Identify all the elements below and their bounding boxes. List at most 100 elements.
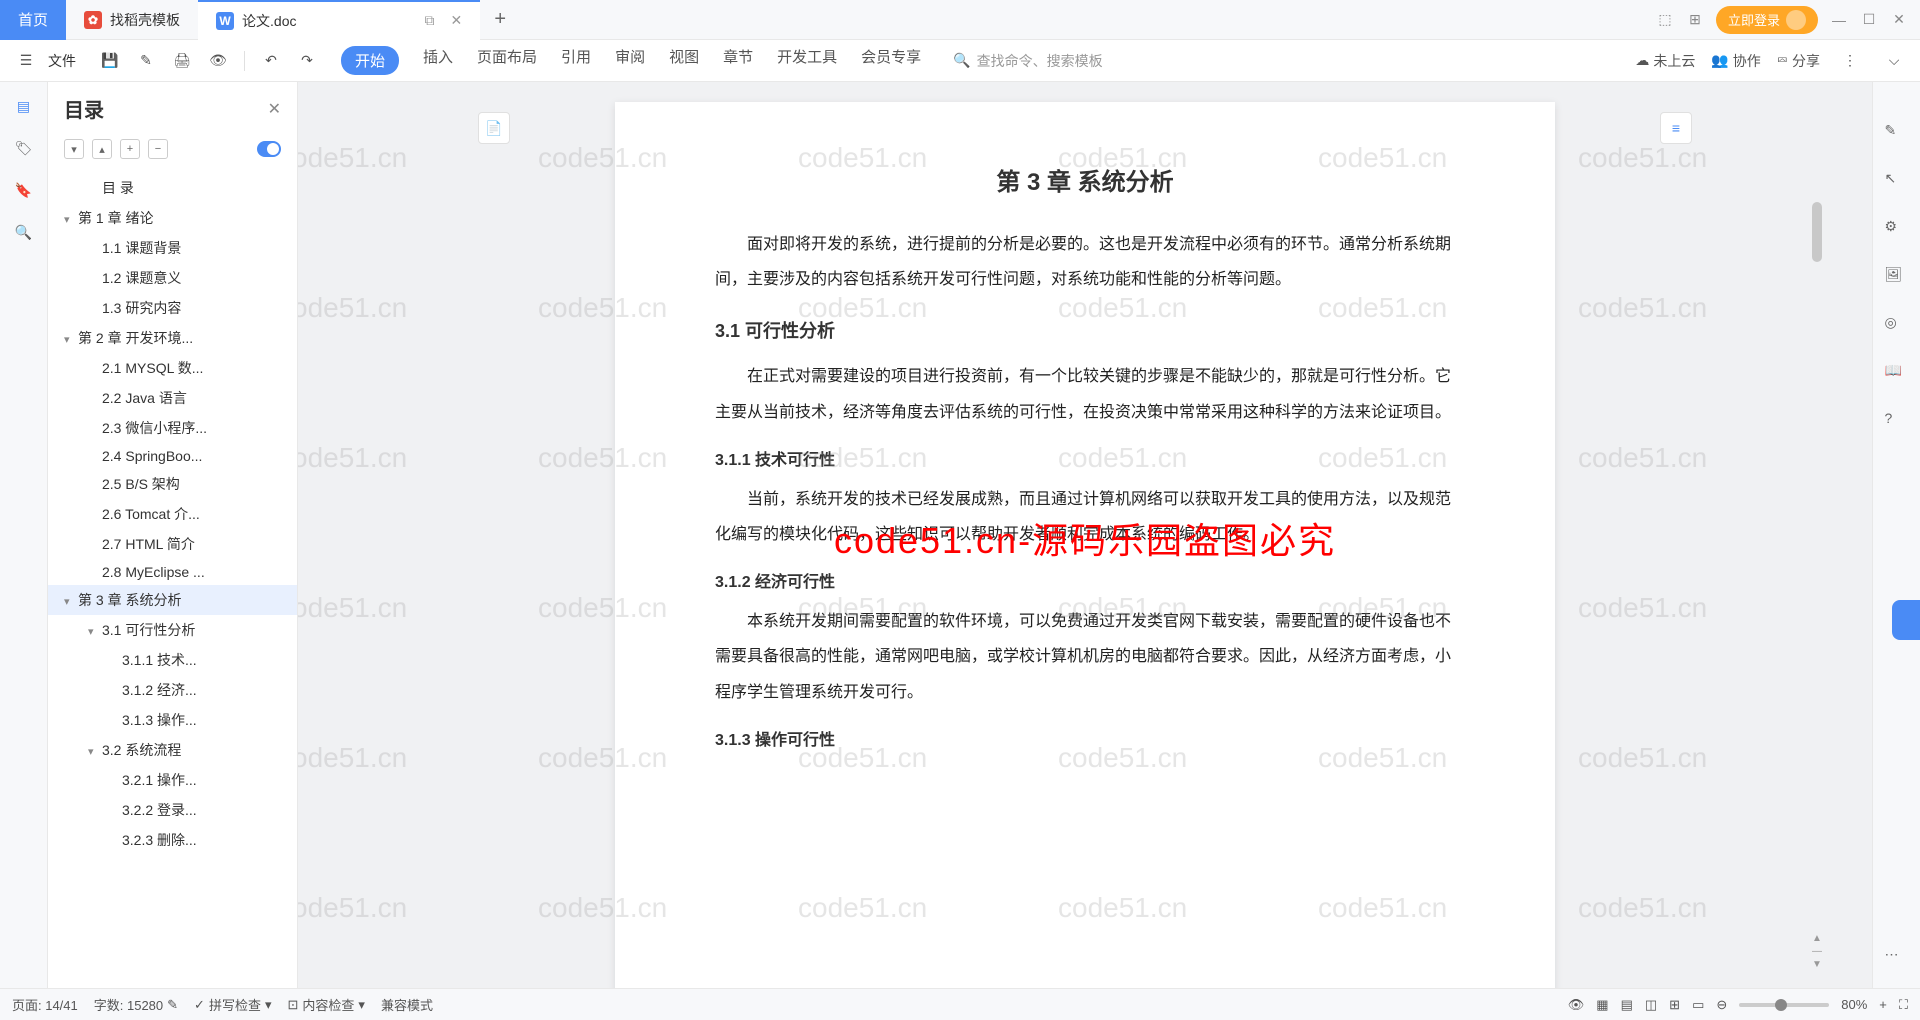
outline-item[interactable]: 3.1.1 技术... [48, 645, 297, 675]
more-icon[interactable]: ⋮ [1836, 47, 1864, 75]
format-tool-icon[interactable]: ≡ [1660, 112, 1692, 144]
image-icon[interactable]: 🖼 [1885, 266, 1909, 290]
tab-add[interactable]: + [480, 8, 520, 31]
tag-icon[interactable]: 🏷 [12, 136, 36, 160]
save-icon[interactable]: 💾 [96, 47, 124, 75]
collapse-all-icon[interactable]: ▾ [64, 139, 84, 159]
page-indicator[interactable]: 页面: 14/41 [12, 995, 78, 1014]
layout-icon[interactable]: ⬚ [1656, 11, 1674, 29]
collab-button[interactable]: 👥协作 [1711, 51, 1760, 71]
menu-review[interactable]: 审阅 [615, 46, 645, 75]
view-mode-3-icon[interactable]: ◫ [1645, 997, 1657, 1013]
content-check[interactable]: ⊡内容检查 ▾ [288, 995, 365, 1014]
outline-item[interactable]: 2.5 B/S 架构 [48, 469, 297, 499]
read-icon[interactable]: 📖 [1885, 362, 1909, 386]
cloud-status[interactable]: ☁未上云 [1635, 51, 1695, 71]
expand-all-icon[interactable]: ▴ [92, 139, 112, 159]
menu-vip[interactable]: 会员专享 [861, 46, 921, 75]
maximize-icon[interactable]: ☐ [1860, 11, 1878, 29]
menu-insert[interactable]: 插入 [423, 46, 453, 75]
zoom-out-icon[interactable]: ⊖ [1716, 997, 1727, 1013]
settings-icon[interactable]: ⚙ [1885, 218, 1909, 242]
pen-icon[interactable]: ✎ [1885, 122, 1909, 146]
find-icon[interactable]: 🔍 [12, 220, 36, 244]
side-panel-tab[interactable] [1892, 600, 1920, 640]
bookmark-icon[interactable]: 🔖 [12, 178, 36, 202]
collapse-icon[interactable]: ⌵ [1880, 47, 1908, 75]
share-button[interactable]: ⮹分享 [1777, 51, 1820, 71]
tab-restore-icon[interactable]: ⧉ [424, 12, 434, 29]
page-tool-icon[interactable]: 📄 [478, 112, 510, 144]
outline-item[interactable]: 2.1 MYSQL 数... [48, 353, 297, 383]
zoom-level[interactable]: 80% [1841, 997, 1867, 1012]
document-area[interactable]: code51.cncode51.cncode51.cncode51.cncode… [298, 82, 1872, 1020]
add-heading-icon[interactable]: + [120, 139, 140, 159]
menu-dev[interactable]: 开发工具 [777, 46, 837, 75]
outline-item[interactable]: 1.3 研究内容 [48, 293, 297, 323]
eye-icon[interactable]: 👁 [1568, 997, 1585, 1013]
menu-view[interactable]: 视图 [669, 46, 699, 75]
compat-mode[interactable]: 兼容模式 [381, 995, 433, 1014]
outline-item[interactable]: 3.1.2 经济... [48, 675, 297, 705]
outline-item[interactable]: 3.2.3 删除... [48, 825, 297, 855]
minimize-icon[interactable]: — [1830, 11, 1848, 29]
undo-icon[interactable]: ↶ [257, 47, 285, 75]
outline-item[interactable]: 1.2 课题意义 [48, 263, 297, 293]
scroll-down-icon[interactable]: ▼ [1812, 959, 1822, 970]
outline-item[interactable]: ▾第 3 章 系统分析 [48, 585, 297, 615]
word-count[interactable]: 字数: 15280 ✎ [94, 995, 178, 1014]
outline-item[interactable]: ▾第 2 章 开发环境... [48, 323, 297, 353]
outline-item[interactable]: 3.2.2 登录... [48, 795, 297, 825]
view-mode-5-icon[interactable]: ▭ [1692, 997, 1704, 1013]
outline-item[interactable]: 2.7 HTML 简介 [48, 529, 297, 559]
outline-item[interactable]: ▾3.1 可行性分析 [48, 615, 297, 645]
login-button[interactable]: 立即登录 [1716, 6, 1818, 34]
file-menu[interactable]: 文件 [48, 51, 76, 71]
more-tools-icon[interactable]: ⋯ [1885, 946, 1909, 970]
outline-item[interactable]: 2.6 Tomcat 介... [48, 499, 297, 529]
tab-home[interactable]: 首页 [0, 0, 66, 40]
outline-item[interactable]: 目 录 [48, 173, 297, 203]
zoom-in-icon[interactable]: + [1879, 997, 1887, 1012]
menu-section[interactable]: 章节 [723, 46, 753, 75]
outline-item[interactable]: 3.2.1 操作... [48, 765, 297, 795]
remove-heading-icon[interactable]: − [148, 139, 168, 159]
command-search[interactable]: 🔍 查找命令、搜索模板 [953, 51, 1102, 71]
outline-close-icon[interactable]: ✕ [268, 99, 281, 119]
outline-item[interactable]: 1.1 课题背景 [48, 233, 297, 263]
fullscreen-icon[interactable]: ⛶ [1899, 997, 1908, 1013]
outline-item[interactable]: 2.8 MyEclipse ... [48, 559, 297, 585]
menu-ref[interactable]: 引用 [561, 46, 591, 75]
cursor-icon[interactable]: ↖ [1885, 170, 1909, 194]
zoom-slider[interactable] [1739, 1003, 1829, 1007]
tab-template[interactable]: ✿ 找稻壳模板 [66, 0, 198, 40]
outline-item[interactable]: 2.2 Java 语言 [48, 383, 297, 413]
scrollbar-thumb[interactable] [1812, 202, 1822, 262]
redo-icon[interactable]: ↷ [293, 47, 321, 75]
outline-icon[interactable]: ▤ [12, 94, 36, 118]
preview-icon[interactable]: 👁 [204, 47, 232, 75]
tab-close-icon[interactable]: ✕ [450, 12, 462, 29]
view-mode-2-icon[interactable]: ▤ [1621, 997, 1633, 1013]
view-mode-1-icon[interactable]: ▦ [1596, 997, 1608, 1013]
target-icon[interactable]: ◎ [1885, 314, 1909, 338]
outline-item[interactable]: 2.4 SpringBoo... [48, 443, 297, 469]
scroll-mark-icon[interactable]: — [1812, 946, 1822, 957]
menu-start[interactable]: 开始 [341, 46, 399, 75]
outline-item[interactable]: 2.3 微信小程序... [48, 413, 297, 443]
outline-item[interactable]: ▾第 1 章 绪论 [48, 203, 297, 233]
tab-document[interactable]: W 论文.doc ⧉ ✕ [198, 0, 480, 40]
apps-icon[interactable]: ⊞ [1686, 11, 1704, 29]
close-window-icon[interactable]: ✕ [1890, 11, 1908, 29]
outline-item[interactable]: ▾3.2 系统流程 [48, 735, 297, 765]
menu-layout[interactable]: 页面布局 [477, 46, 537, 75]
scroll-up-icon[interactable]: ▲ [1812, 933, 1822, 944]
spell-check[interactable]: ✓拼写检查 ▾ [194, 995, 271, 1014]
print-icon[interactable]: 🖨 [168, 47, 196, 75]
outline-item[interactable]: 3.1.3 操作... [48, 705, 297, 735]
saveas-icon[interactable]: ✎ [132, 47, 160, 75]
outline-toggle[interactable] [257, 141, 281, 157]
menu-icon[interactable]: ☰ [12, 47, 40, 75]
help-icon[interactable]: ? [1885, 410, 1909, 434]
view-mode-4-icon[interactable]: ⊞ [1669, 997, 1680, 1013]
